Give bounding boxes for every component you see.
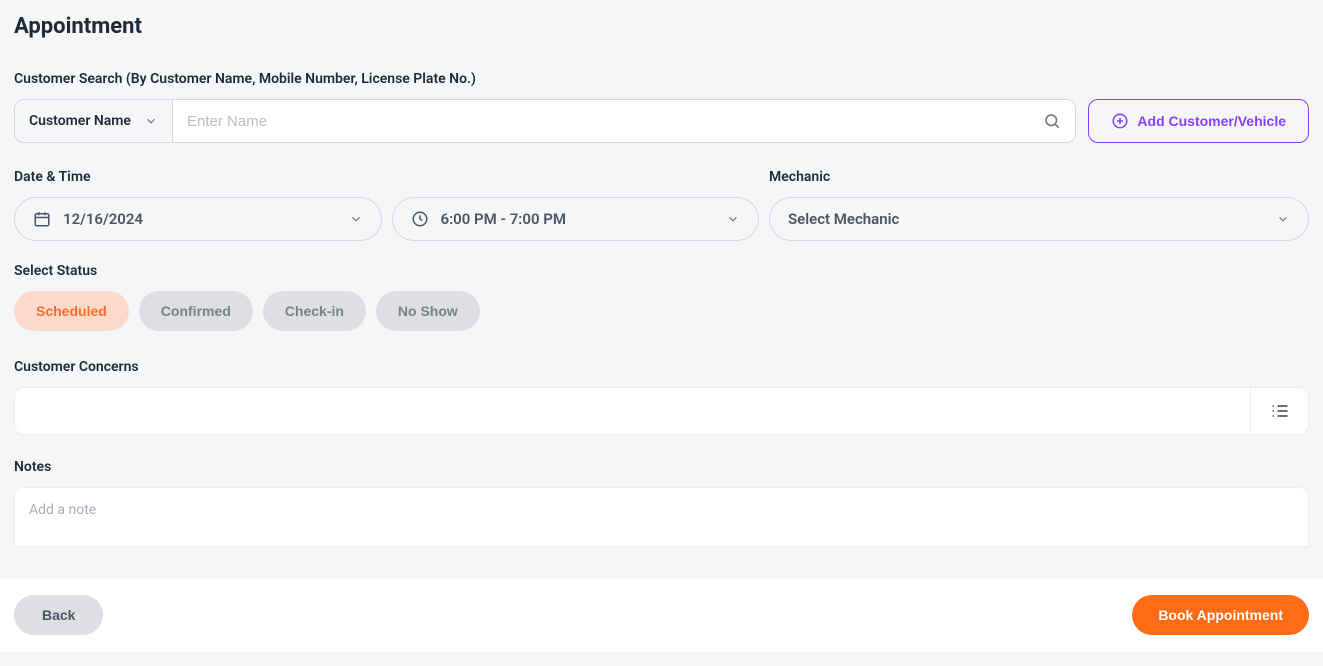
search-input-wrap xyxy=(173,100,1075,142)
time-value: 6:00 PM - 7:00 PM xyxy=(441,210,715,228)
mechanic-label: Mechanic xyxy=(769,169,1309,185)
book-appointment-button[interactable]: Book Appointment xyxy=(1132,595,1309,635)
search-type-select[interactable]: Customer Name xyxy=(15,100,173,142)
search-type-value: Customer Name xyxy=(29,113,131,129)
back-button[interactable]: Back xyxy=(14,595,103,635)
status-chip-noshow[interactable]: No Show xyxy=(376,291,480,331)
date-select[interactable]: 12/16/2024 xyxy=(14,197,382,241)
notes-label: Notes xyxy=(14,459,1309,475)
plus-circle-icon xyxy=(1111,112,1129,130)
calendar-icon xyxy=(33,210,51,228)
customer-search-input[interactable] xyxy=(187,113,1043,130)
status-chip-checkin[interactable]: Check-in xyxy=(263,291,366,331)
chevron-down-icon xyxy=(144,114,158,128)
mechanic-select[interactable]: Select Mechanic xyxy=(769,197,1309,241)
page-title: Appointment xyxy=(14,14,1309,39)
search-icon[interactable] xyxy=(1043,112,1061,130)
datetime-label: Date & Time xyxy=(14,169,759,185)
concerns-label: Customer Concerns xyxy=(14,359,1309,375)
time-select[interactable]: 6:00 PM - 7:00 PM xyxy=(392,197,760,241)
status-chip-confirmed[interactable]: Confirmed xyxy=(139,291,253,331)
mechanic-value: Select Mechanic xyxy=(788,210,1264,228)
notes-textarea[interactable] xyxy=(14,487,1309,547)
add-customer-label: Add Customer/Vehicle xyxy=(1137,113,1286,129)
clock-icon xyxy=(411,210,429,228)
chevron-down-icon xyxy=(1276,212,1290,226)
chevron-down-icon xyxy=(349,212,363,226)
concerns-list-button[interactable] xyxy=(1250,388,1308,434)
add-customer-button[interactable]: Add Customer/Vehicle xyxy=(1088,99,1309,143)
concerns-input[interactable] xyxy=(15,388,1250,434)
customer-search-combo: Customer Name xyxy=(14,99,1076,143)
status-chip-scheduled[interactable]: Scheduled xyxy=(14,291,129,331)
concerns-box xyxy=(14,387,1309,435)
customer-search-label: Customer Search (By Customer Name, Mobil… xyxy=(14,71,1309,87)
status-label: Select Status xyxy=(14,263,1309,279)
footer-bar: Back Book Appointment xyxy=(0,578,1323,652)
list-icon xyxy=(1270,401,1290,421)
date-value: 12/16/2024 xyxy=(63,210,337,228)
status-chip-row: Scheduled Confirmed Check-in No Show xyxy=(14,291,1309,331)
chevron-down-icon xyxy=(726,212,740,226)
